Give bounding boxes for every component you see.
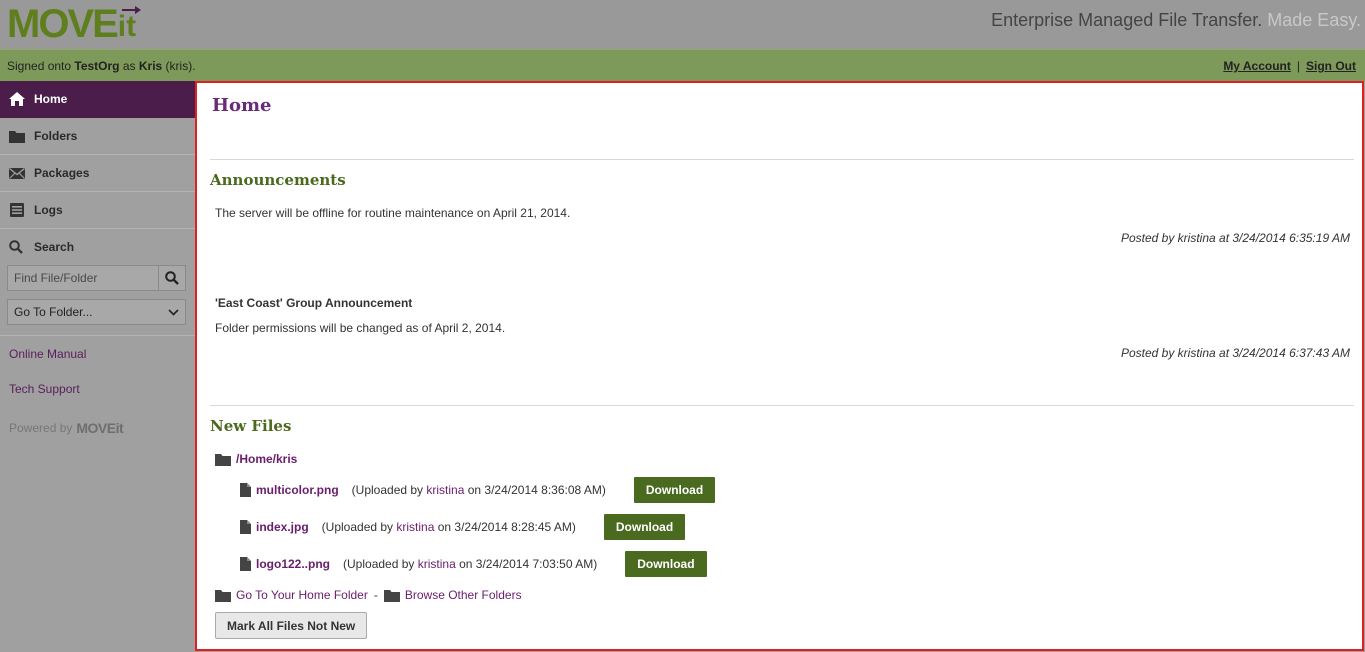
- search-row: [7, 265, 186, 291]
- main-content: Home Announcements The server will be of…: [195, 81, 1364, 651]
- folder-icon: [383, 589, 400, 602]
- uploader-link[interactable]: kristina: [418, 557, 456, 571]
- tagline: Enterprise Managed File Transfer. Made E…: [991, 10, 1361, 31]
- sidebar-divider: [0, 335, 195, 336]
- tech-support-link[interactable]: Tech Support: [9, 382, 80, 396]
- go-to-folder-select[interactable]: Go To Folder...: [7, 299, 186, 325]
- org-name: TestOrg: [74, 59, 120, 73]
- sidebar-item-home[interactable]: Home: [0, 81, 195, 118]
- uploader-link[interactable]: kristina: [426, 483, 464, 497]
- divider: [210, 159, 1354, 160]
- upload-info: (Uploaded by kristina on 3/24/2014 7:03:…: [343, 557, 598, 571]
- download-button[interactable]: Download: [625, 551, 707, 577]
- file-name-link[interactable]: multicolor.png: [256, 483, 339, 497]
- file-icon: [240, 520, 251, 534]
- tagline-easy: Made Easy.: [1267, 10, 1361, 30]
- user-links: My Account | Sign Out: [1223, 59, 1356, 73]
- powered-by-text: Powered by: [9, 421, 73, 435]
- signed-on-text: Signed onto TestOrg as Kris (kris).: [7, 59, 196, 73]
- sidebar: Home Folders Packages Logs Search Go To …: [0, 81, 195, 652]
- folder-nav-row: Go To Your Home Folder - Browse Other Fo…: [215, 588, 522, 602]
- user-links-separator: |: [1296, 59, 1300, 73]
- uploader-link[interactable]: kristina: [396, 520, 434, 534]
- download-button[interactable]: Download: [603, 514, 686, 540]
- file-name-link[interactable]: logo122..png: [256, 557, 330, 571]
- search-icon: [165, 271, 179, 285]
- announcement-heading: 'East Coast' Group Announcement: [215, 296, 413, 310]
- logo-it-text: it: [118, 2, 141, 52]
- app-header: MOVE it Enterprise Managed File Transfer…: [0, 0, 1365, 49]
- chevron-down-icon: [168, 308, 179, 316]
- file-icon: [240, 557, 251, 571]
- user-bar: Signed onto TestOrg as Kris (kris). My A…: [0, 49, 1365, 81]
- announcements-title: Announcements: [210, 171, 346, 189]
- divider: [210, 405, 1354, 406]
- log-icon: [10, 203, 24, 217]
- sidebar-item-label: Packages: [34, 166, 90, 180]
- upload-info: (Uploaded by kristina on 3/24/2014 8:28:…: [321, 520, 576, 534]
- tagline-main: Enterprise Managed File Transfer.: [991, 10, 1263, 30]
- sidebar-item-logs[interactable]: Logs: [0, 192, 195, 229]
- envelope-icon: [9, 167, 25, 179]
- file-icon: [240, 483, 251, 497]
- folder-path-row: /Home/kris: [215, 452, 297, 466]
- file-row: logo122..png (Uploaded by kristina on 3/…: [240, 551, 707, 577]
- folder-path-link[interactable]: /Home/kris: [236, 452, 297, 466]
- announcement-posted: Posted by kristina at 3/24/2014 6:35:19 …: [1120, 231, 1350, 245]
- search-icon: [9, 239, 23, 254]
- logo-arrow-icon: [121, 6, 141, 14]
- search-button[interactable]: [159, 265, 186, 291]
- folder-select-value: Go To Folder...: [14, 305, 93, 319]
- sidebar-item-packages[interactable]: Packages: [0, 155, 195, 192]
- sidebar-item-label: Logs: [34, 203, 63, 217]
- sidebar-item-label: Folders: [34, 129, 78, 143]
- search-input[interactable]: [7, 265, 159, 291]
- upload-info: (Uploaded by kristina on 3/24/2014 8:36:…: [351, 483, 606, 497]
- sidebar-item-label: Home: [34, 92, 68, 106]
- sign-out-link[interactable]: Sign Out: [1306, 59, 1356, 73]
- page-title: Home: [212, 95, 272, 116]
- folder-icon: [9, 131, 25, 143]
- link-separator: -: [373, 588, 378, 602]
- announcement-text: Folder permissions will be changed as of…: [215, 321, 506, 335]
- new-files-title: New Files: [210, 417, 292, 435]
- browse-other-folders-link[interactable]: Browse Other Folders: [405, 588, 522, 602]
- file-name-link[interactable]: index.jpg: [256, 520, 309, 534]
- home-icon: [9, 92, 25, 106]
- announcement-text: The server will be offline for routine m…: [215, 206, 571, 220]
- folder-icon: [215, 589, 231, 602]
- download-button[interactable]: Download: [633, 477, 716, 503]
- moveit-logo: MOVE it: [7, 2, 141, 46]
- online-manual-link[interactable]: Online Manual: [9, 347, 86, 361]
- sidebar-item-folders[interactable]: Folders: [0, 118, 195, 155]
- powered-by: Powered by MOVEit: [9, 420, 124, 436]
- logo-move-text: MOVE: [7, 2, 119, 46]
- file-row: multicolor.png (Uploaded by kristina on …: [240, 477, 716, 503]
- folder-icon: [215, 453, 231, 466]
- announcement-posted: Posted by kristina at 3/24/2014 6:37:43 …: [1120, 346, 1350, 360]
- powered-by-logo: MOVEit: [76, 420, 124, 436]
- search-label: Search: [34, 239, 75, 254]
- file-row: index.jpg (Uploaded by kristina on 3/24/…: [240, 514, 686, 540]
- sidebar-search-heading: Search: [0, 229, 195, 264]
- go-to-home-folder-link[interactable]: Go To Your Home Folder: [236, 588, 368, 602]
- mark-all-files-not-new-button[interactable]: Mark All Files Not New: [215, 612, 368, 639]
- user-display-name: Kris: [138, 59, 163, 73]
- my-account-link[interactable]: My Account: [1223, 59, 1291, 73]
